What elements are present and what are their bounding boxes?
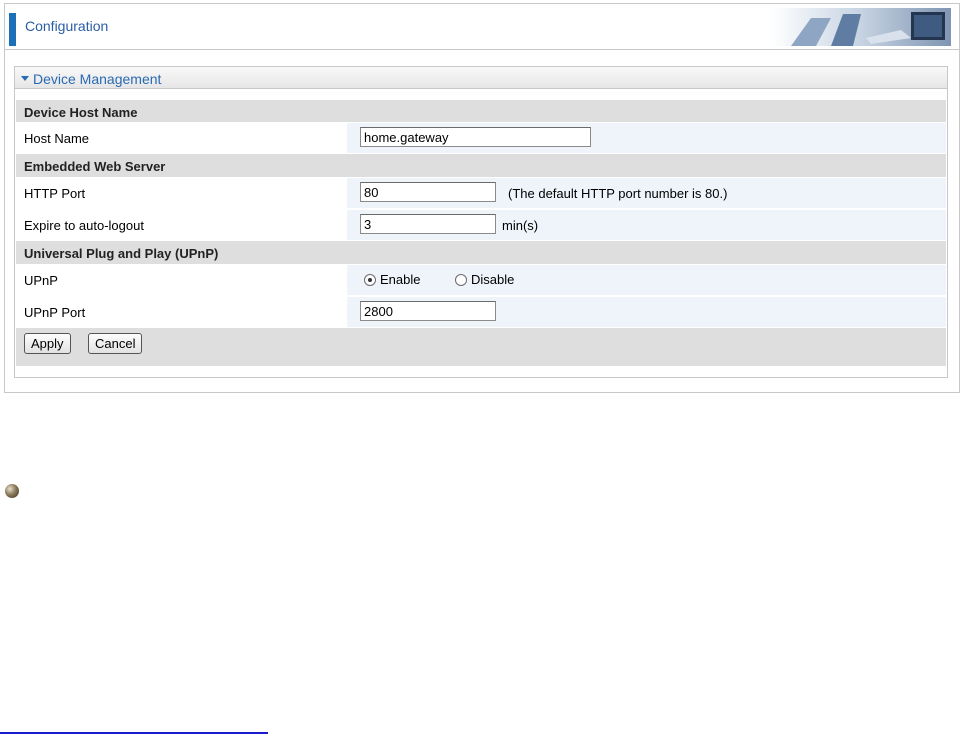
- section-label: Universal Plug and Play (UPnP): [24, 246, 219, 261]
- apply-button[interactable]: Apply: [24, 333, 71, 354]
- http-port-input[interactable]: [360, 182, 496, 202]
- radio-unselected-icon[interactable]: [455, 273, 467, 286]
- panel-header[interactable]: Device Management: [15, 67, 947, 89]
- panel-title: Device Management: [33, 71, 162, 87]
- header-accent-bar: [9, 13, 16, 46]
- upnp-disable-label: Disable: [471, 272, 515, 287]
- section-upnp: Universal Plug and Play (UPnP): [16, 241, 946, 264]
- bullet-icon: [5, 484, 19, 498]
- upnp-label: UPnP: [24, 273, 58, 288]
- http-port-row: HTTP Port (The default HTTP port number …: [16, 177, 946, 208]
- upnp-disable-radio[interactable]: Disable: [455, 272, 514, 287]
- upnp-port-input[interactable]: [360, 301, 496, 321]
- page-title: Configuration: [25, 18, 109, 34]
- auto-logout-input[interactable]: [360, 214, 496, 234]
- http-port-hint: (The default HTTP port number is 80.): [508, 186, 728, 201]
- host-name-input[interactable]: [360, 127, 591, 147]
- configuration-frame: Configuration Device Management Device H…: [4, 3, 960, 393]
- page-header: Configuration: [5, 4, 959, 50]
- auto-logout-label: Expire to auto-logout: [24, 218, 144, 233]
- auto-logout-row: Expire to auto-logout min(s): [16, 209, 946, 240]
- section-device-host-name: Device Host Name: [16, 100, 946, 122]
- upnp-enable-radio[interactable]: Enable: [364, 272, 420, 287]
- upnp-row: UPnP Enable Disable: [16, 264, 946, 295]
- host-name-row: Host Name: [16, 122, 946, 153]
- section-label: Embedded Web Server: [24, 159, 166, 174]
- upnp-port-label: UPnP Port: [24, 305, 86, 320]
- radio-selected-icon[interactable]: [364, 273, 376, 286]
- cancel-button[interactable]: Cancel: [88, 333, 143, 354]
- link-underline: [0, 732, 268, 734]
- host-name-label: Host Name: [24, 131, 90, 146]
- upnp-port-row: UPnP Port: [16, 296, 946, 327]
- collapse-triangle-icon[interactable]: [21, 76, 29, 81]
- office-banner-image: [771, 8, 951, 46]
- button-bar: Apply Cancel: [16, 328, 946, 366]
- section-label: Device Host Name: [24, 105, 138, 120]
- upnp-enable-label: Enable: [380, 272, 421, 287]
- section-embedded-web-server: Embedded Web Server: [16, 154, 946, 177]
- http-port-label: HTTP Port: [24, 186, 86, 201]
- auto-logout-unit: min(s): [502, 218, 539, 233]
- device-management-panel: Device Management Device Host Name Host …: [14, 66, 948, 378]
